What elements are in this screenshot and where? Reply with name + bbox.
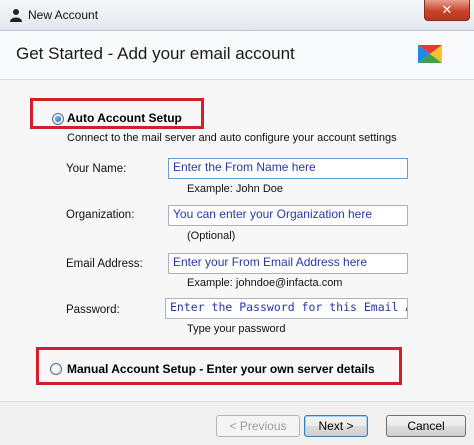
your-name-hint: Example: John Doe xyxy=(187,183,283,195)
close-button[interactable]: ✕ xyxy=(424,0,470,21)
organization-input[interactable]: You can enter your Organization here xyxy=(168,205,408,226)
app-logo-icon xyxy=(418,45,442,63)
manual-setup-label[interactable]: Manual Account Setup - Enter your own se… xyxy=(67,362,375,376)
email-address-hint: Example: johndoe@infacta.com xyxy=(187,277,343,289)
password-input[interactable]: Enter the Password for this Email Addr xyxy=(165,298,408,319)
password-label: Password: xyxy=(66,304,120,316)
footer: < Previous Next > Cancel xyxy=(0,401,474,445)
next-button[interactable]: Next > xyxy=(304,415,368,437)
auto-setup-radio[interactable] xyxy=(52,113,64,125)
your-name-input[interactable]: Enter the From Name here xyxy=(168,158,408,179)
header: Get Started - Add your email account xyxy=(0,31,474,79)
title-bar: New Account ✕ xyxy=(0,0,474,31)
email-address-label: Email Address: xyxy=(66,258,143,270)
password-hint: Type your password xyxy=(187,323,286,335)
email-address-input[interactable]: Enter your From Email Address here xyxy=(168,253,408,274)
manual-setup-radio[interactable] xyxy=(50,363,62,375)
auto-setup-label[interactable]: Auto Account Setup xyxy=(67,111,182,125)
your-name-label: Your Name: xyxy=(66,163,127,175)
cancel-button[interactable]: Cancel xyxy=(386,415,466,437)
page-title: Get Started - Add your email account xyxy=(16,44,295,63)
auto-setup-description: Connect to the mail server and auto conf… xyxy=(67,132,397,144)
organization-hint: (Optional) xyxy=(187,230,236,242)
window-title: New Account xyxy=(28,8,99,22)
organization-label: Organization: xyxy=(66,209,135,221)
previous-button[interactable]: < Previous xyxy=(216,415,300,437)
user-icon xyxy=(10,9,22,22)
